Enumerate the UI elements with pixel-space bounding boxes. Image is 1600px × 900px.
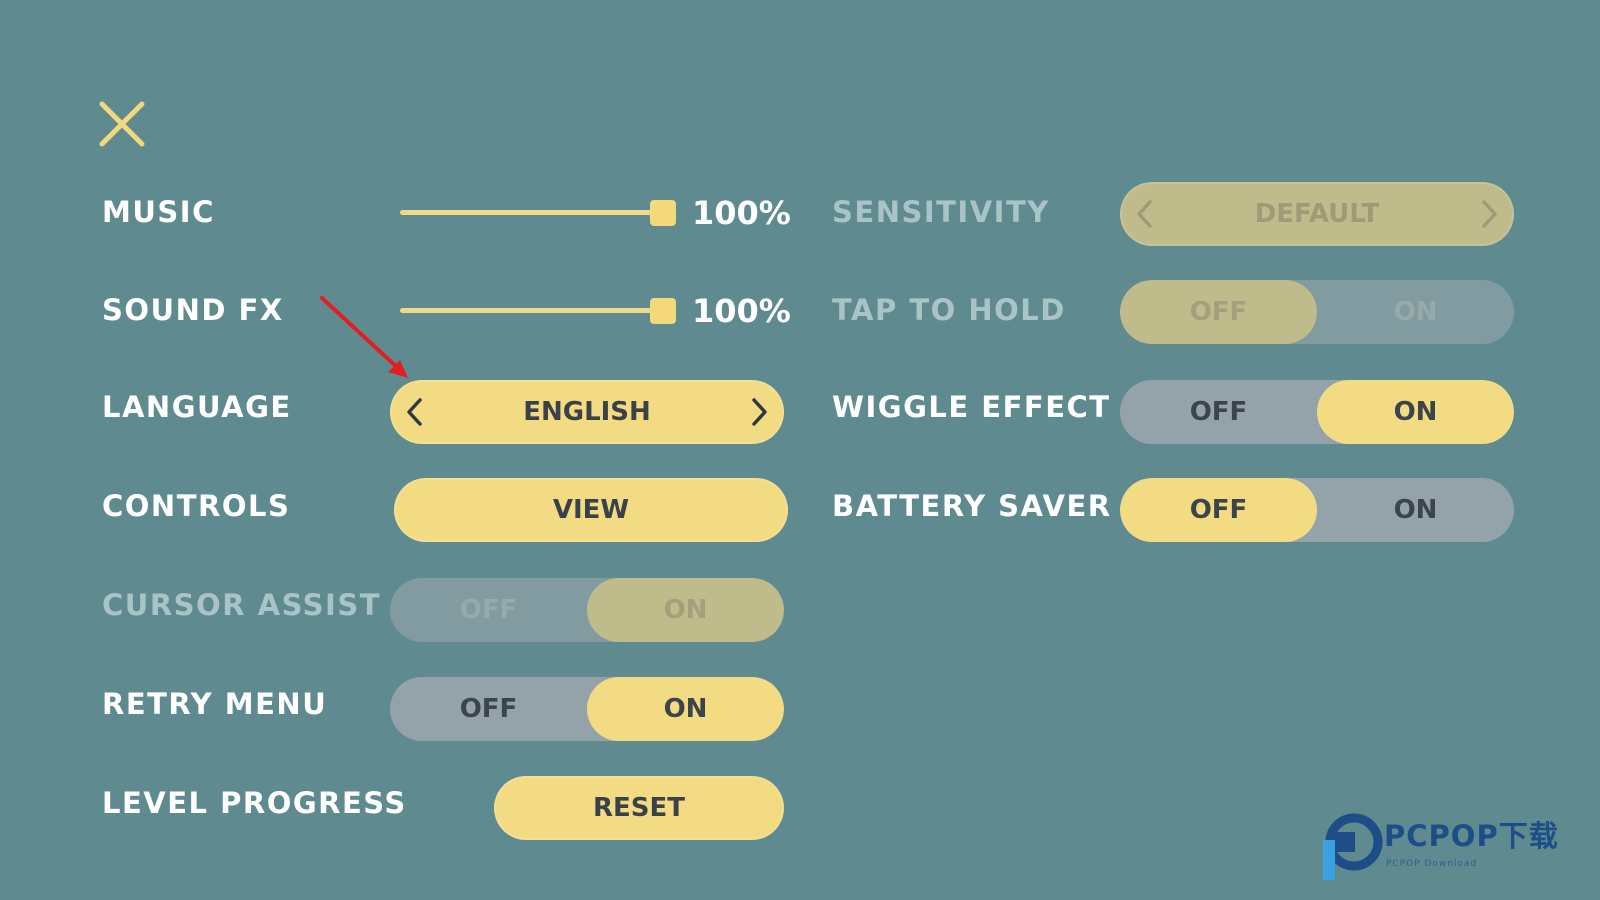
controls-label: CONTROLS <box>102 489 291 523</box>
wiggle-effect-on[interactable]: ON <box>1317 380 1514 444</box>
chevron-right-icon <box>752 398 767 426</box>
controls-view-label: VIEW <box>552 495 630 525</box>
sound-fx-slider[interactable] <box>400 290 676 330</box>
sensitivity-next-button[interactable] <box>1470 196 1506 232</box>
level-progress-reset-button[interactable]: RESET <box>494 776 784 840</box>
cursor-assist-on[interactable]: ON <box>587 578 784 642</box>
close-icon <box>99 101 145 147</box>
battery-saver-on[interactable]: ON <box>1317 478 1514 542</box>
cursor-assist-label: CURSOR ASSIST <box>102 588 381 622</box>
language-label: LANGUAGE <box>102 390 292 424</box>
watermark: PCPOP下载 PCPOP Download <box>1318 812 1590 888</box>
watermark-brand: PCPOP下载 <box>1384 819 1559 853</box>
pcpop-logo-icon <box>1323 813 1383 880</box>
tap-to-hold-on[interactable]: ON <box>1317 280 1514 344</box>
music-slider-track <box>400 210 676 215</box>
sound-fx-slider-track <box>400 308 676 313</box>
language-selector[interactable]: ENGLISH <box>390 380 784 444</box>
retry-menu-off[interactable]: OFF <box>390 677 587 741</box>
language-next-button[interactable] <box>740 394 776 430</box>
battery-saver-off[interactable]: OFF <box>1120 478 1317 542</box>
sensitivity-label: SENSITIVITY <box>832 195 1050 229</box>
sensitivity-value: DEFAULT <box>1254 199 1380 229</box>
sensitivity-selector[interactable]: DEFAULT <box>1120 182 1514 246</box>
tap-to-hold-toggle[interactable]: OFF ON <box>1120 280 1514 344</box>
battery-saver-toggle[interactable]: OFF ON <box>1120 478 1514 542</box>
sound-fx-value: 100% <box>692 292 791 330</box>
wiggle-effect-toggle[interactable]: OFF ON <box>1120 380 1514 444</box>
retry-menu-toggle[interactable]: OFF ON <box>390 677 784 741</box>
tap-to-hold-label: TAP TO HOLD <box>832 293 1066 327</box>
sound-fx-slider-thumb[interactable] <box>650 298 676 324</box>
sound-fx-label: SOUND FX <box>102 293 284 327</box>
controls-view-button[interactable]: VIEW <box>394 478 788 542</box>
music-slider-thumb[interactable] <box>650 200 676 226</box>
level-progress-label: LEVEL PROGRESS <box>102 786 407 820</box>
music-slider[interactable] <box>400 192 676 232</box>
music-label: MUSIC <box>102 195 215 229</box>
close-button[interactable] <box>98 100 148 148</box>
wiggle-effect-off[interactable]: OFF <box>1120 380 1317 444</box>
language-value: ENGLISH <box>523 397 651 427</box>
chevron-right-icon <box>1482 200 1497 228</box>
music-value: 100% <box>692 194 791 232</box>
retry-menu-on[interactable]: ON <box>587 677 784 741</box>
cursor-assist-off[interactable]: OFF <box>390 578 587 642</box>
settings-screen: MUSIC 100% SOUND FX 100% LANGUAGE ENGLIS… <box>0 0 1600 900</box>
watermark-sub: PCPOP Download <box>1386 859 1478 869</box>
retry-menu-label: RETRY MENU <box>102 687 328 721</box>
level-progress-reset-label: RESET <box>592 793 685 823</box>
cursor-assist-toggle[interactable]: OFF ON <box>390 578 784 642</box>
wiggle-effect-label: WIGGLE EFFECT <box>832 390 1111 424</box>
battery-saver-label: BATTERY SAVER <box>832 489 1112 523</box>
tap-to-hold-off[interactable]: OFF <box>1120 280 1317 344</box>
